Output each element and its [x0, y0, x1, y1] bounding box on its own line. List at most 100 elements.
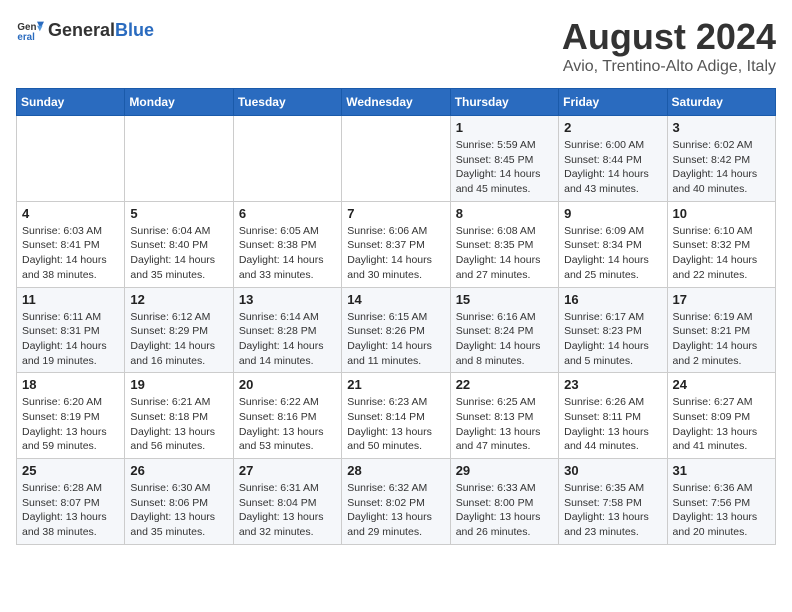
day-number: 15 — [456, 292, 553, 307]
day-info: Sunrise: 6:21 AMSunset: 8:18 PMDaylight:… — [130, 395, 227, 454]
main-title: August 2024 — [562, 16, 776, 58]
header-day-sunday: Sunday — [17, 89, 125, 116]
day-cell: 26Sunrise: 6:30 AMSunset: 8:06 PMDayligh… — [125, 459, 233, 545]
day-number: 12 — [130, 292, 227, 307]
day-cell: 13 Sunrise: 6:14 AMSunset: 8:28 PMDayligh… — [233, 287, 341, 373]
day-cell — [17, 116, 125, 202]
day-cell: 30Sunrise: 6:35 AMSunset: 7:58 PMDayligh… — [559, 459, 667, 545]
day-number: 2 — [564, 120, 661, 135]
day-number: 3 — [673, 120, 770, 135]
day-info: Sunrise: 6:25 AMSunset: 8:13 PMDaylight:… — [456, 395, 553, 454]
day-number: 13 — [239, 292, 336, 307]
day-number: 25 — [22, 463, 119, 478]
day-number: 24 — [673, 377, 770, 392]
calendar-header-row: SundayMondayTuesdayWednesdayThursdayFrid… — [17, 89, 776, 116]
day-info: Sunrise: 6:02 AMSunset: 8:42 PMDaylight:… — [673, 138, 770, 197]
week-row-1: 4 Sunrise: 6:03 AMSunset: 8:41 PMDaylight… — [17, 201, 776, 287]
day-info: Sunrise: 6:20 AMSunset: 8:19 PMDaylight:… — [22, 395, 119, 454]
day-info: Sunrise: 6:11 AMSunset: 8:31 PMDaylight:… — [22, 310, 119, 369]
calendar-body: 1Sunrise: 5:59 AMSunset: 8:45 PMDaylight… — [17, 116, 776, 545]
day-info: Sunrise: 6:23 AMSunset: 8:14 PMDaylight:… — [347, 395, 444, 454]
week-row-3: 18 Sunrise: 6:20 AMSunset: 8:19 PMDayligh… — [17, 373, 776, 459]
day-cell: 24 Sunrise: 6:27 AMSunset: 8:09 PMDayligh… — [667, 373, 775, 459]
day-number: 10 — [673, 206, 770, 221]
day-number: 22 — [456, 377, 553, 392]
logo-blue: Blue — [115, 20, 154, 40]
day-number: 19 — [130, 377, 227, 392]
day-number: 20 — [239, 377, 336, 392]
day-info: Sunrise: 6:27 AMSunset: 8:09 PMDaylight:… — [673, 395, 770, 454]
day-number: 8 — [456, 206, 553, 221]
day-info: Sunrise: 6:32 AMSunset: 8:02 PMDaylight:… — [347, 481, 444, 540]
day-number: 21 — [347, 377, 444, 392]
day-info: Sunrise: 6:33 AMSunset: 8:00 PMDaylight:… — [456, 481, 553, 540]
day-number: 9 — [564, 206, 661, 221]
day-cell: 12 Sunrise: 6:12 AMSunset: 8:29 PMDayligh… — [125, 287, 233, 373]
day-cell: 29 Sunrise: 6:33 AMSunset: 8:00 PMDayligh… — [450, 459, 558, 545]
day-number: 31 — [673, 463, 770, 478]
calendar-table: SundayMondayTuesdayWednesdayThursdayFrid… — [16, 88, 776, 545]
day-info: Sunrise: 6:10 AMSunset: 8:32 PMDaylight:… — [673, 224, 770, 283]
day-cell: 7 Sunrise: 6:06 AMSunset: 8:37 PMDaylight… — [342, 201, 450, 287]
day-cell — [233, 116, 341, 202]
header-day-friday: Friday — [559, 89, 667, 116]
day-cell: 31 Sunrise: 6:36 AMSunset: 7:56 PMDayligh… — [667, 459, 775, 545]
day-cell: 17Sunrise: 6:19 AMSunset: 8:21 PMDayligh… — [667, 287, 775, 373]
day-cell: 8 Sunrise: 6:08 AMSunset: 8:35 PMDaylight… — [450, 201, 558, 287]
day-cell: 10 Sunrise: 6:10 AMSunset: 8:32 PMDayligh… — [667, 201, 775, 287]
day-info: Sunrise: 5:59 AMSunset: 8:45 PMDaylight:… — [456, 138, 553, 197]
day-number: 27 — [239, 463, 336, 478]
day-number: 16 — [564, 292, 661, 307]
day-cell: 19 Sunrise: 6:21 AMSunset: 8:18 PMDayligh… — [125, 373, 233, 459]
day-number: 14 — [347, 292, 444, 307]
day-cell: 3 Sunrise: 6:02 AMSunset: 8:42 PMDaylight… — [667, 116, 775, 202]
day-number: 23 — [564, 377, 661, 392]
day-info: Sunrise: 6:04 AMSunset: 8:40 PMDaylight:… — [130, 224, 227, 283]
day-cell: 21 Sunrise: 6:23 AMSunset: 8:14 PMDayligh… — [342, 373, 450, 459]
day-number: 26 — [130, 463, 227, 478]
day-info: Sunrise: 6:05 AMSunset: 8:38 PMDaylight:… — [239, 224, 336, 283]
header: Gen eral GeneralBlue August 2024 Avio, T… — [16, 16, 776, 76]
week-row-2: 11 Sunrise: 6:11 AMSunset: 8:31 PMDayligh… — [17, 287, 776, 373]
day-cell: 16 Sunrise: 6:17 AMSunset: 8:23 PMDayligh… — [559, 287, 667, 373]
header-day-saturday: Saturday — [667, 89, 775, 116]
header-day-tuesday: Tuesday — [233, 89, 341, 116]
day-info: Sunrise: 6:17 AMSunset: 8:23 PMDaylight:… — [564, 310, 661, 369]
logo-icon: Gen eral — [16, 16, 44, 44]
day-info: Sunrise: 6:08 AMSunset: 8:35 PMDaylight:… — [456, 224, 553, 283]
day-number: 5 — [130, 206, 227, 221]
day-info: Sunrise: 6:31 AMSunset: 8:04 PMDaylight:… — [239, 481, 336, 540]
day-number: 7 — [347, 206, 444, 221]
day-info: Sunrise: 6:06 AMSunset: 8:37 PMDaylight:… — [347, 224, 444, 283]
header-day-wednesday: Wednesday — [342, 89, 450, 116]
day-cell: 28 Sunrise: 6:32 AMSunset: 8:02 PMDayligh… — [342, 459, 450, 545]
header-day-thursday: Thursday — [450, 89, 558, 116]
day-number: 4 — [22, 206, 119, 221]
day-info: Sunrise: 6:14 AMSunset: 8:28 PMDaylight:… — [239, 310, 336, 369]
svg-text:eral: eral — [17, 32, 35, 43]
day-cell: 20 Sunrise: 6:22 AMSunset: 8:16 PMDayligh… — [233, 373, 341, 459]
day-info: Sunrise: 6:03 AMSunset: 8:41 PMDaylight:… — [22, 224, 119, 283]
day-info: Sunrise: 6:22 AMSunset: 8:16 PMDaylight:… — [239, 395, 336, 454]
day-cell: 1Sunrise: 5:59 AMSunset: 8:45 PMDaylight… — [450, 116, 558, 202]
day-cell: 15 Sunrise: 6:16 AMSunset: 8:24 PMDayligh… — [450, 287, 558, 373]
day-info: Sunrise: 6:00 AMSunset: 8:44 PMDaylight:… — [564, 138, 661, 197]
day-cell — [342, 116, 450, 202]
day-info: Sunrise: 6:15 AMSunset: 8:26 PMDaylight:… — [347, 310, 444, 369]
day-info: Sunrise: 6:16 AMSunset: 8:24 PMDaylight:… — [456, 310, 553, 369]
day-cell — [125, 116, 233, 202]
day-number: 17 — [673, 292, 770, 307]
day-number: 28 — [347, 463, 444, 478]
day-number: 11 — [22, 292, 119, 307]
day-info: Sunrise: 6:12 AMSunset: 8:29 PMDaylight:… — [130, 310, 227, 369]
day-number: 29 — [456, 463, 553, 478]
day-cell: 14 Sunrise: 6:15 AMSunset: 8:26 PMDayligh… — [342, 287, 450, 373]
day-number: 18 — [22, 377, 119, 392]
title-area: August 2024 Avio, Trentino-Alto Adige, I… — [562, 16, 776, 76]
day-info: Sunrise: 6:36 AMSunset: 7:56 PMDaylight:… — [673, 481, 770, 540]
day-info: Sunrise: 6:28 AMSunset: 8:07 PMDaylight:… — [22, 481, 119, 540]
day-cell: 22 Sunrise: 6:25 AMSunset: 8:13 PMDayligh… — [450, 373, 558, 459]
day-info: Sunrise: 6:35 AMSunset: 7:58 PMDaylight:… — [564, 481, 661, 540]
day-info: Sunrise: 6:09 AMSunset: 8:34 PMDaylight:… — [564, 224, 661, 283]
day-cell: 23Sunrise: 6:26 AMSunset: 8:11 PMDayligh… — [559, 373, 667, 459]
